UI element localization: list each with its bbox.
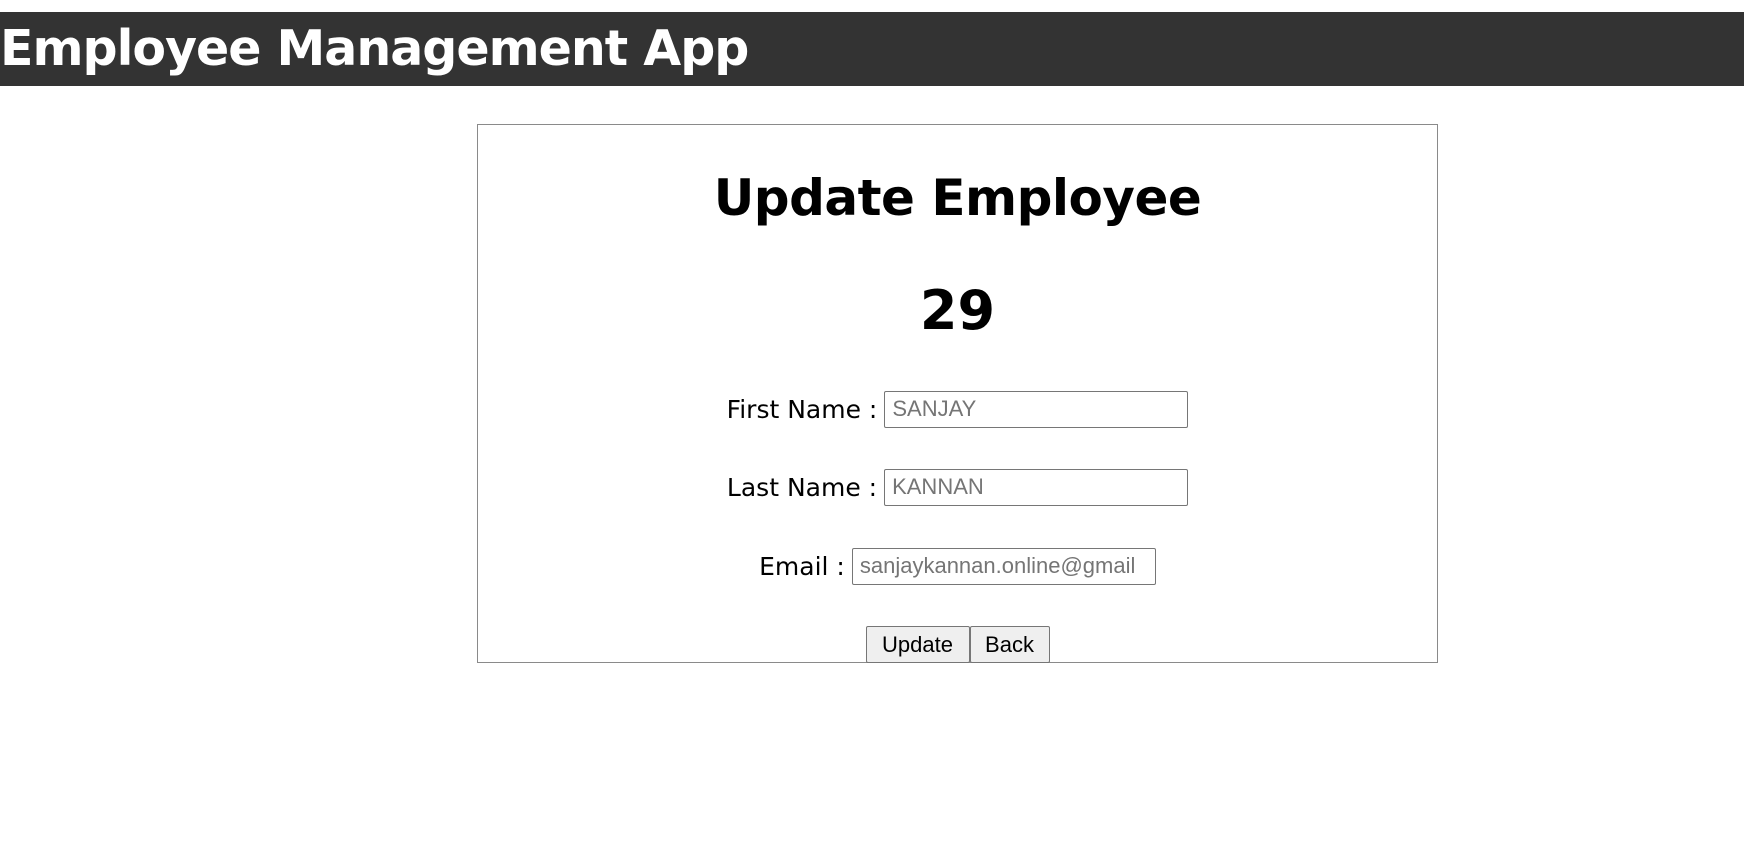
last-name-label: Last Name : — [726, 472, 878, 502]
last-name-row: Last Name : — [478, 468, 1437, 506]
email-row: Email : — [478, 547, 1437, 585]
update-button[interactable]: Update — [865, 626, 970, 663]
first-name-row: First Name : — [478, 390, 1437, 428]
email-input[interactable] — [851, 547, 1156, 585]
form-actions: Update Back — [478, 626, 1437, 664]
email-label: Email : — [759, 551, 845, 581]
app-header: Employee Management App — [0, 12, 1744, 86]
first-name-input[interactable] — [884, 390, 1189, 428]
first-name-label: First Name : — [726, 394, 878, 424]
form-heading: Update Employee — [713, 169, 1202, 227]
app-title: Employee Management App — [0, 20, 749, 77]
employee-id: 29 — [919, 279, 996, 342]
back-button[interactable]: Back — [969, 626, 1050, 663]
last-name-input[interactable] — [884, 468, 1189, 506]
update-employee-form: Update Employee 29 First Name : Last Nam… — [477, 124, 1438, 663]
